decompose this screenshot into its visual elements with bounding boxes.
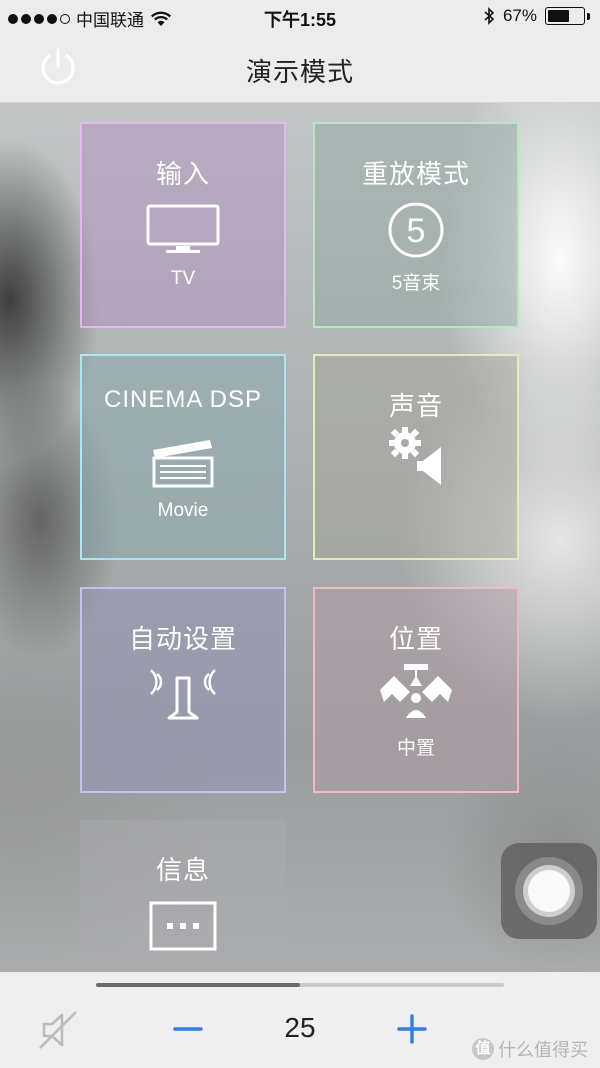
tile-sound[interactable]: 声音 (313, 354, 519, 560)
tv-icon (146, 204, 220, 253)
tile-title: 信息 (155, 855, 210, 885)
info-box-icon (149, 901, 217, 951)
nav-bar: 演示模式 (0, 34, 600, 103)
tile-subtitle: Movie (157, 500, 209, 521)
tile-subtitle: TV (170, 268, 196, 289)
tile-subtitle: 中置 (396, 738, 435, 759)
tile-info[interactable]: 信息 (80, 820, 286, 972)
volume-slider-fill (96, 983, 300, 987)
tile-input[interactable]: 输入 TV (80, 122, 286, 328)
watermark-badge: 值 (472, 1038, 494, 1060)
tile-title: 声音 (388, 391, 443, 421)
watermark-text: 什么值得买 (498, 1040, 588, 1060)
battery-tip (587, 12, 590, 20)
status-bar: 中国联通 下午1:55 67% (0, 0, 600, 34)
svg-text:5: 5 (407, 212, 426, 250)
tile-subtitle: 5音束 (391, 273, 441, 294)
volume-up-button[interactable] (396, 1012, 428, 1046)
gear-speaker-icon (389, 427, 441, 485)
page-title: 演示模式 (245, 57, 354, 87)
volume-slider[interactable] (96, 983, 504, 987)
tile-playback-mode[interactable]: 重放模式 5 5音束 (313, 122, 519, 328)
volume-bar: 25 值 什么值得买 (0, 972, 600, 1068)
tile-title: 自动设置 (128, 624, 237, 654)
position-center-icon (380, 664, 452, 718)
volume-value: 25 (284, 1012, 316, 1043)
tile-title: CINEMA DSP (103, 386, 263, 413)
battery-fill (548, 10, 569, 22)
tile-title: 位置 (388, 624, 443, 654)
clapperboard-icon (152, 440, 214, 488)
tile-auto-setup[interactable]: 自动设置 (80, 587, 286, 793)
status-bar-right: 67% (483, 6, 590, 26)
tile-title: 重放模式 (361, 159, 470, 189)
battery-percent: 67% (502, 6, 537, 25)
watermark: 值 什么值得买 (472, 1036, 588, 1062)
bluetooth-icon (484, 7, 495, 25)
battery-icon (545, 7, 585, 25)
volume-down-button[interactable] (172, 1012, 204, 1046)
circled-number-icon: 5 (388, 202, 444, 258)
microphone-waves-icon (150, 669, 216, 720)
mute-icon[interactable] (36, 1010, 80, 1050)
tile-position[interactable]: 位置 中置 (313, 587, 519, 793)
tile-cinema-dsp[interactable]: CINEMA DSP Movie (80, 354, 286, 560)
assistive-touch-button[interactable] (501, 843, 597, 939)
tile-title: 输入 (155, 159, 210, 189)
